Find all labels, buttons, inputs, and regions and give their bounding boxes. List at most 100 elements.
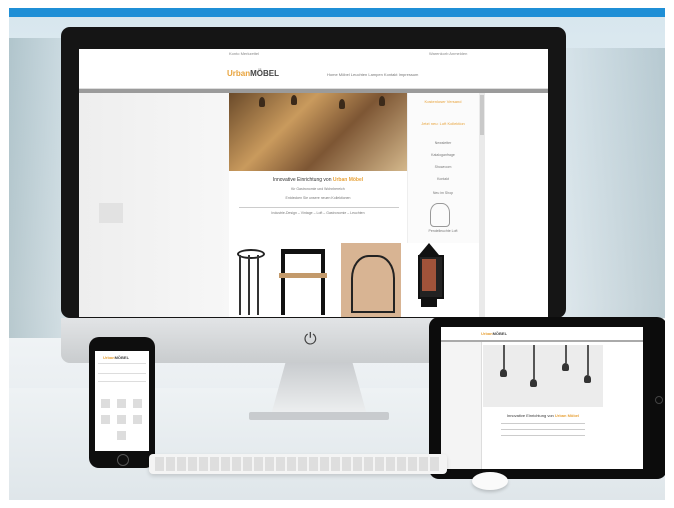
side-link[interactable]: Kataloganfrage [416, 153, 470, 158]
lamp-shape [562, 363, 569, 371]
stool-leg [239, 255, 241, 315]
lamp-shape [584, 375, 591, 383]
desktop-website-screen: Konto Merkzettel Warenkorb Anmelden Urba… [79, 49, 548, 317]
tablet: UrbanMÖBEL Innovative Einrichtung von Ur… [429, 317, 665, 479]
text-line [501, 423, 585, 424]
logo-main: MÖBEL [250, 69, 280, 78]
lamp-cord [533, 345, 535, 379]
mouse[interactable] [472, 472, 508, 490]
scrollbar-thumb[interactable] [480, 95, 484, 135]
lamp-cord [503, 345, 505, 369]
monitor-stand [271, 363, 367, 415]
lantern-glass [422, 259, 436, 291]
divider [98, 363, 146, 364]
stool-seat [237, 249, 265, 259]
main-navigation[interactable]: Home Möbel Leuchten Lampen Kontakt Impre… [327, 72, 418, 77]
chair-frame [351, 255, 395, 313]
subline: Entdecken Sie unsere neuen Kollektionen [285, 196, 351, 200]
product-tile[interactable] [101, 399, 110, 408]
side-link[interactable]: Kontakt [416, 177, 470, 182]
home-button[interactable] [655, 396, 663, 404]
logo-prefix: Urban [227, 69, 251, 78]
product-tile[interactable] [133, 399, 142, 408]
logo-main: MÖBEL [114, 355, 130, 360]
smartphone: UrbanMÖBEL [89, 337, 155, 468]
marketing-scene: Konto Merkzettel Warenkorb Anmelden Urba… [9, 8, 665, 500]
home-button[interactable] [117, 454, 129, 466]
frame-top [281, 249, 325, 254]
monitor-stand-base [249, 412, 389, 420]
lamp-thumbnail[interactable] [430, 203, 450, 227]
side-offer-shipping[interactable]: Kostenloser Versand [416, 99, 470, 104]
lamp-shape [259, 97, 265, 107]
decor-block [99, 203, 123, 223]
cart-links[interactable]: Warenkorb Anmelden [429, 51, 467, 56]
desktop-monitor: Konto Merkzettel Warenkorb Anmelden Urba… [61, 27, 566, 363]
account-links[interactable]: Konto Merkzettel [229, 51, 259, 56]
blue-header-stripe [9, 8, 665, 17]
headline-brand: Urban Möbel [554, 413, 580, 418]
power-icon[interactable]: ⏻ [304, 331, 317, 349]
keyboard[interactable] [149, 454, 447, 474]
hero-image-shop-interior[interactable] [229, 93, 407, 171]
lamp-shape [379, 96, 385, 106]
product-lantern[interactable] [409, 243, 449, 317]
subline: für Gastronomie und Wohnbereich [291, 187, 345, 191]
stool-leg [248, 255, 250, 315]
lamp-shape [530, 379, 537, 387]
product-table-frame[interactable] [275, 243, 331, 317]
tablet-logo[interactable]: UrbanMÖBEL [481, 331, 507, 336]
frame-leg [281, 253, 285, 315]
headline-text: Innovative Einrichtung von [506, 413, 554, 418]
site-header: UrbanMÖBEL Home Möbel Leuchten Lampen Ko… [79, 58, 548, 89]
logo-prefix: Urban [481, 331, 493, 336]
lantern-cap [419, 243, 439, 255]
product-tile[interactable] [117, 399, 126, 408]
side-offer-new[interactable]: Jetzt neu: Loft Kollektion [416, 121, 470, 126]
product-tile[interactable] [133, 415, 142, 424]
stool-leg [257, 255, 259, 315]
frame-leg [321, 253, 325, 315]
product-tile[interactable] [117, 415, 126, 424]
page-headline: Innovative Einrichtung von Urban Möbel [229, 177, 407, 183]
product-tile[interactable] [117, 431, 126, 440]
side-heading: Neu im Shop [432, 191, 454, 195]
side-link[interactable]: Showroom [416, 165, 470, 170]
product-bar-stool[interactable] [229, 243, 269, 317]
sidebar: Kostenloser Versand Jetzt neu: Loft Koll… [407, 93, 480, 243]
subline: Industrie-Design – Vintage – Loft – Gast… [271, 211, 365, 215]
lamp-shape [500, 369, 507, 377]
lamp-shape [339, 99, 345, 109]
divider [239, 207, 399, 208]
lamp-cord [587, 345, 589, 375]
site-logo[interactable]: UrbanMÖBEL [227, 69, 279, 78]
tablet-headline: Innovative Einrichtung von Urban Möbel [483, 413, 603, 418]
tablet-website-screen: UrbanMÖBEL Innovative Einrichtung von Ur… [441, 327, 643, 469]
frame-bar [279, 273, 327, 278]
text-line [501, 429, 585, 430]
monitor-bezel: Konto Merkzettel Warenkorb Anmelden Urba… [61, 27, 566, 318]
background-window-right [555, 48, 665, 318]
lantern-base [421, 297, 437, 307]
tablet-hero-lamps[interactable] [483, 345, 603, 407]
keyboard-keys[interactable] [155, 457, 441, 471]
scrollbar[interactable] [479, 93, 485, 317]
lamp-shape [291, 95, 297, 105]
divider [98, 373, 146, 374]
logo-main: MÖBEL [492, 331, 508, 336]
product-chair[interactable] [341, 243, 401, 317]
top-utility-bar: Konto Merkzettel Warenkorb Anmelden [79, 49, 548, 57]
lamp-cord [565, 345, 567, 363]
side-link[interactable]: Newsletter [416, 141, 470, 146]
divider [98, 381, 146, 382]
logo-prefix: Urban [103, 355, 115, 360]
tablet-sidebar [441, 342, 482, 469]
side-caption[interactable]: Pendelleuchte Loft [416, 229, 470, 234]
left-background-panel [79, 93, 229, 317]
phone-website-screen: UrbanMÖBEL [95, 351, 149, 451]
headline-brand: Urban Möbel [332, 177, 364, 183]
product-tile[interactable] [101, 415, 110, 424]
headline-text: Innovative Einrichtung von [272, 177, 332, 183]
text-line [501, 435, 585, 436]
phone-logo[interactable]: UrbanMÖBEL [103, 355, 129, 360]
